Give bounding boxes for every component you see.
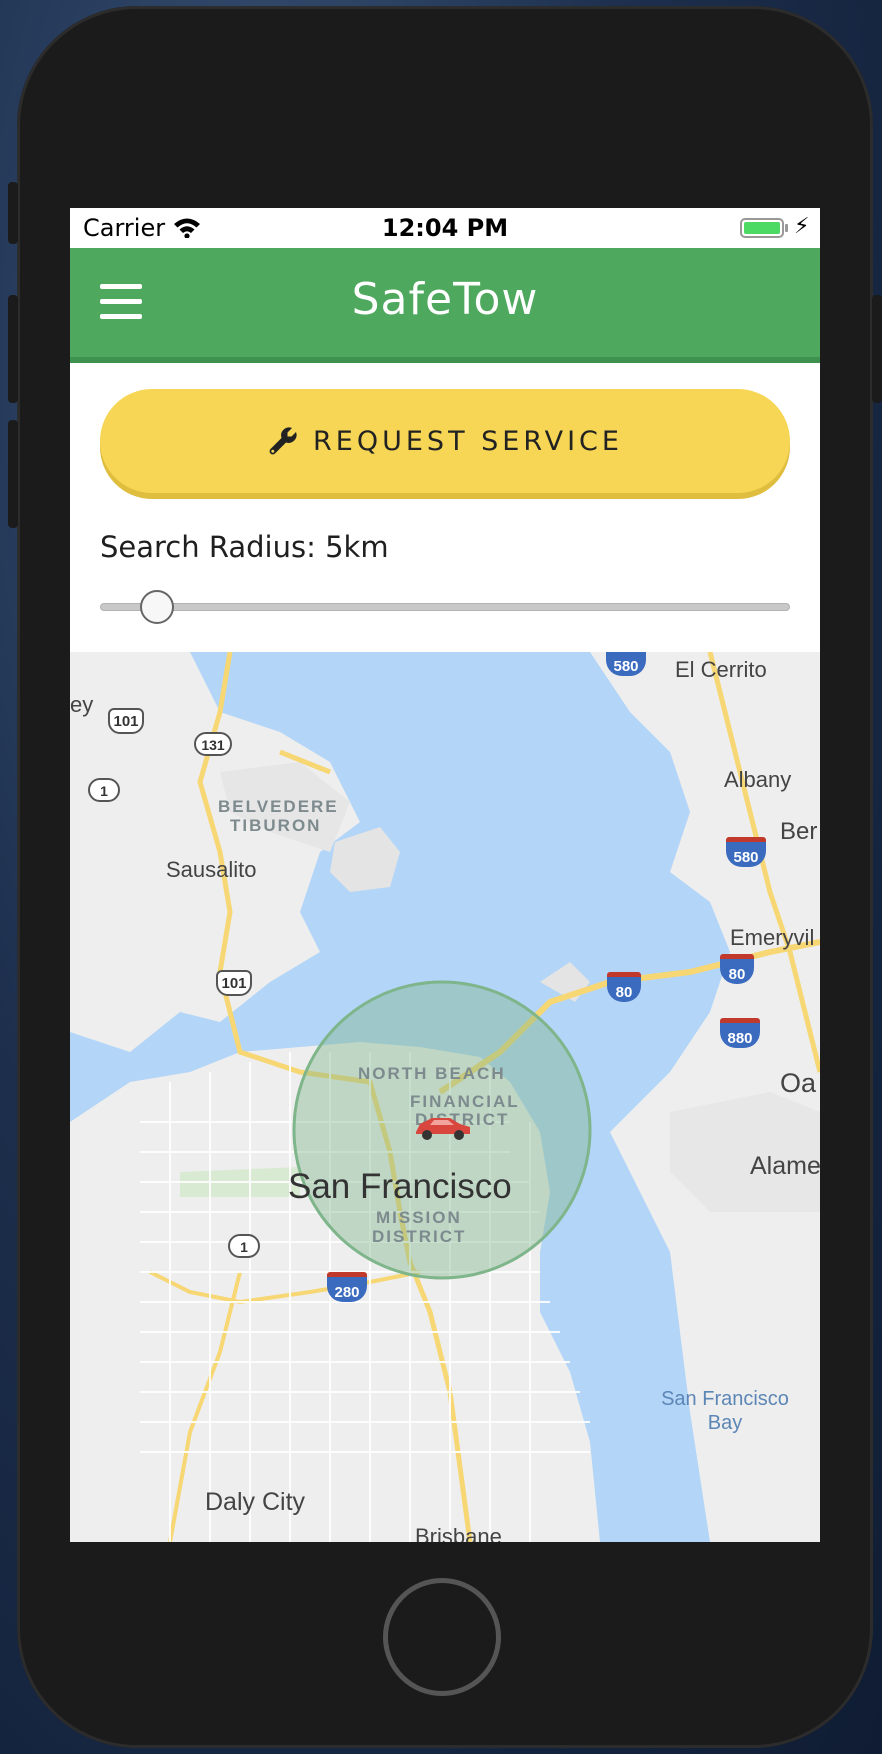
radius-slider-thumb[interactable]	[140, 590, 174, 624]
shield-us101-south: 101	[216, 970, 252, 996]
map-district-mission: MISSION	[376, 1208, 462, 1227]
shield-ca131: 131	[194, 732, 232, 756]
car-icon[interactable]	[412, 1112, 474, 1142]
map-district-tiburon: TIBURON	[230, 816, 322, 835]
request-service-label: REQUEST SERVICE	[313, 425, 623, 457]
map-district-belvedere: BELVEDERE	[218, 797, 339, 816]
status-time: 12:04 PM	[381, 214, 509, 242]
shield-us101-north: 101	[108, 708, 144, 734]
map-district-financial: FINANCIAL	[410, 1092, 520, 1111]
radius-slider-track[interactable]	[100, 603, 790, 611]
side-button-power	[872, 295, 882, 403]
app-screen: Carrier 12:04 PM ⚡ SafeTow REQUEST SERVI…	[70, 208, 820, 1542]
map-label-brisbane: Brisbane	[415, 1524, 502, 1542]
map-district-north-beach: NORTH BEACH	[358, 1064, 506, 1083]
map-label-ey: ey	[70, 692, 94, 717]
map-label-daly-city: Daly City	[205, 1488, 306, 1516]
side-button-volume-up	[8, 295, 18, 403]
search-radius-label: Search Radius: 5km	[100, 530, 389, 564]
battery-icon	[740, 218, 784, 238]
map-label-sf-bay: San Francisco Bay	[661, 1388, 789, 1434]
shield-i80-east: 80	[720, 954, 754, 984]
app-title: SafeTow	[351, 274, 539, 325]
shield-i80-bridge: 80	[607, 972, 641, 1002]
side-button-volume-down	[8, 420, 18, 528]
shield-i280: 280	[327, 1272, 367, 1302]
map-label-berkeley: Ber	[780, 818, 818, 845]
map-label-alameda: Alame	[750, 1152, 820, 1180]
map-district-mission-2: DISTRICT	[372, 1227, 467, 1246]
map-view[interactable]: El Cerrito Albany Ber Emeryvil Oa Alame …	[70, 652, 820, 1542]
map-label-sausalito: Sausalito	[166, 857, 257, 882]
map-label-el-cerrito: El Cerrito	[675, 657, 767, 682]
shield-ca1-south: 1	[228, 1234, 260, 1258]
map-label-emeryville: Emeryvil	[730, 925, 815, 950]
side-button-silent	[8, 182, 18, 244]
map-label-albany: Albany	[724, 767, 792, 792]
home-button[interactable]	[383, 1578, 501, 1696]
status-bar: Carrier 12:04 PM ⚡	[70, 208, 820, 248]
app-header: SafeTow	[70, 248, 820, 363]
shield-i580-north: 580	[606, 652, 646, 676]
map-label-san-francisco: San Francisco	[288, 1167, 512, 1206]
map-label-oakland: Oa	[780, 1068, 817, 1098]
shield-i880: 880	[720, 1018, 760, 1048]
shield-i580-east: 580	[726, 837, 766, 867]
shield-ca1-north: 1	[88, 778, 120, 802]
battery-tip	[785, 224, 788, 232]
charging-icon: ⚡	[794, 214, 810, 239]
request-service-button[interactable]: REQUEST SERVICE	[100, 389, 790, 493]
wrench-icon	[269, 427, 297, 455]
